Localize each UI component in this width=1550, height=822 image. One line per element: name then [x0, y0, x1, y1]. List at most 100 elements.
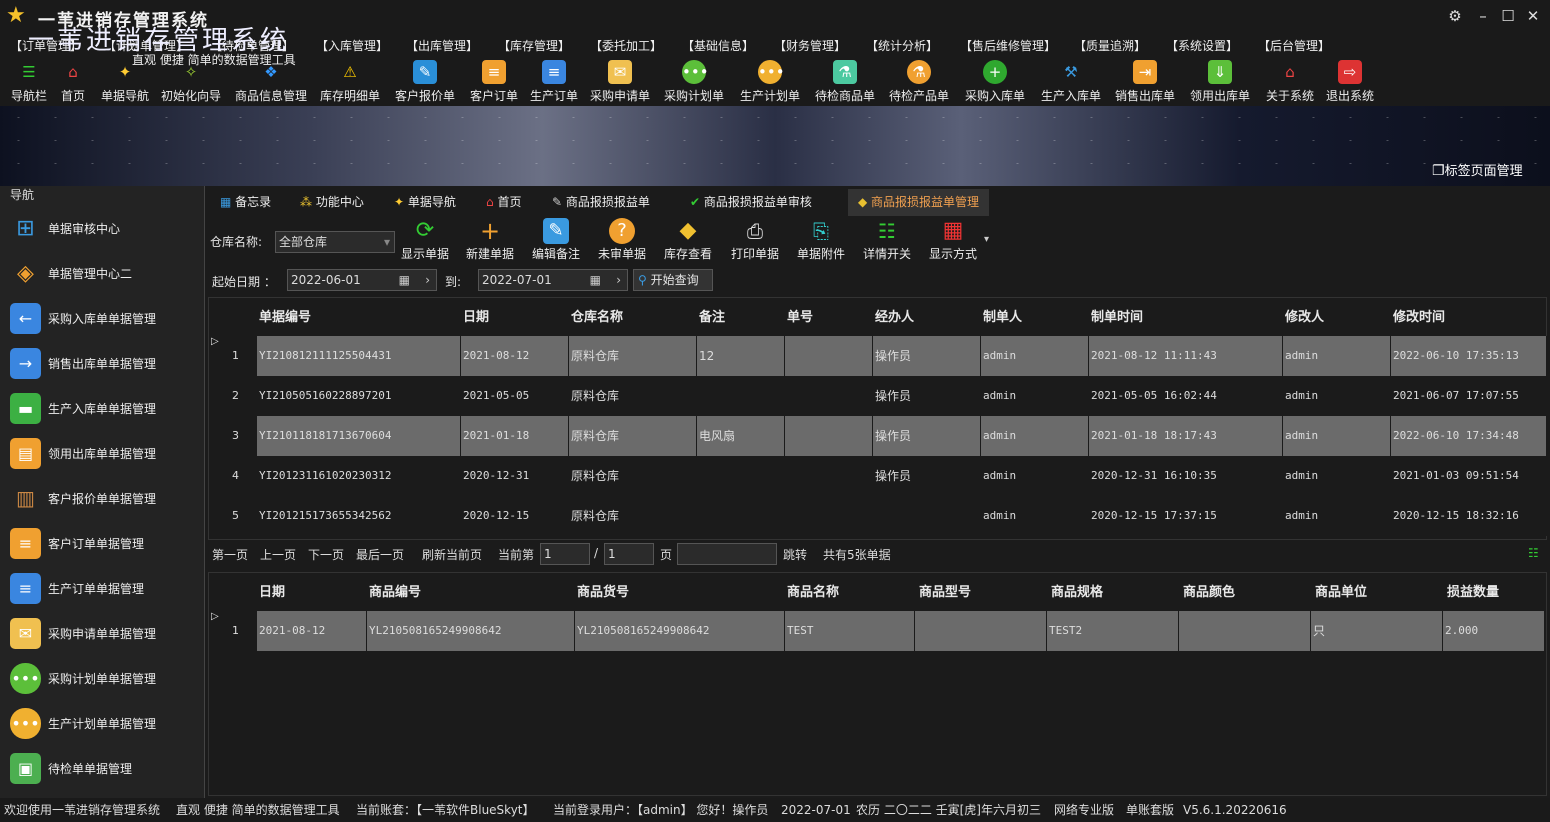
calendar-icon[interactable]: ▦ — [399, 270, 410, 290]
sidebar-item-purchase-plan[interactable]: ••• 采购计划单单据管理 — [0, 656, 203, 700]
start-query-button[interactable]: ⚲ 开始查询 — [633, 269, 713, 291]
col-header[interactable]: 经办人 — [875, 298, 914, 338]
menu-stock[interactable]: 【库存管理】 — [498, 37, 570, 54]
close-icon[interactable]: ✕ — [1522, 6, 1544, 26]
tab-loss-gain-manage[interactable]: ◆ 商品报损报益单管理 — [848, 189, 990, 216]
display-mode-dropdown-icon[interactable]: ▾ — [984, 234, 989, 245]
sidebar-item-production-order[interactable]: ≡ 生产订单单据管理 — [0, 566, 203, 610]
nav-bar-button[interactable]: ☰ 导航栏 — [8, 60, 50, 104]
menu-stats[interactable]: 【统计分析】 — [866, 37, 938, 54]
menu-inbound[interactable]: 【入库管理】 — [316, 37, 388, 54]
show-docs-button[interactable]: ⟳ 显示单据 — [400, 218, 450, 262]
jump-page-input[interactable] — [677, 543, 777, 565]
sidebar-item-requisition-outbound[interactable]: ▤ 领用出库单单据管理 — [0, 431, 203, 475]
col-header[interactable]: 日期 — [463, 298, 489, 338]
new-doc-button[interactable]: + 新建单据 — [464, 218, 516, 262]
display-mode-button[interactable]: ▦ 显示方式 — [926, 218, 980, 262]
menu-trace[interactable]: 【质量追溯】 — [1074, 37, 1146, 54]
col-header[interactable]: 修改时间 — [1393, 298, 1445, 338]
col-header[interactable]: 单据编号 — [259, 298, 311, 338]
production-order-button[interactable]: ≡ 生产订单 — [528, 60, 580, 104]
col-header[interactable]: 商品颜色 — [1183, 573, 1235, 613]
sidebar-item-customer-order[interactable]: ≡ 客户订单单据管理 — [0, 521, 203, 565]
table-row[interactable]: 5 YI201215173655342562 2020-12-15 原料仓库 admin… — [209, 496, 1547, 536]
col-header[interactable]: 单号 — [787, 298, 813, 338]
sidebar-item-production-inbound[interactable]: ▬ 生产入库单单据管理 — [0, 386, 203, 430]
menu-finance[interactable]: 【财务管理】 — [774, 37, 846, 54]
purchase-request-button[interactable]: ✉ 采购申请单 — [588, 60, 652, 104]
col-header[interactable]: 商品货号 — [577, 573, 629, 613]
settings-icon[interactable]: ⚙ — [1444, 6, 1466, 26]
menu-settings[interactable]: 【系统设置】 — [1166, 37, 1238, 54]
table-row[interactable]: ▷ 1 YI210812111125504431 2021-08-12 原料仓库 12 操作… — [209, 336, 1547, 376]
col-header[interactable]: 修改人 — [1285, 298, 1324, 338]
column-settings-icon[interactable]: ☷ — [1528, 546, 1539, 560]
table-row[interactable]: 4 YI201231161020230312 2020-12-31 原料仓库 操作员 ad… — [209, 456, 1547, 496]
chevron-right-icon[interactable]: › — [616, 270, 621, 290]
current-page-input[interactable]: 1 — [540, 543, 590, 565]
next-page-link[interactable]: 下一页 — [308, 546, 344, 563]
sales-outbound-button[interactable]: ⇥ 销售出库单 — [1114, 60, 1176, 104]
stock-view-button[interactable]: ◆ 库存查看 — [662, 218, 714, 262]
tab-memo[interactable]: ▦ 备忘录 — [220, 189, 271, 216]
attachment-button[interactable]: ⎘ 单据附件 — [794, 218, 848, 262]
end-date-input[interactable]: 2022-07-01 ▦ › — [478, 269, 628, 291]
print-doc-button[interactable]: ⎙ 打印单据 — [728, 218, 782, 262]
sidebar-item-purchase-inbound[interactable]: ← 采购入库单单据管理 — [0, 296, 203, 340]
tab-loss-gain[interactable]: ✎ 商品报损报益单 — [552, 189, 650, 216]
table-row[interactable]: 3 YI210118181713670604 2021-01-18 原料仓库 电风扇 操作… — [209, 416, 1547, 456]
table-row[interactable]: 2 YI210505160228897201 2021-05-05 原料仓库 操作员 ad… — [209, 376, 1547, 416]
purchase-inbound-button[interactable]: + 采购入库单 — [964, 60, 1026, 104]
production-plan-button[interactable]: ••• 生产计划单 — [738, 60, 802, 104]
col-header[interactable]: 商品编号 — [369, 573, 421, 613]
table-row[interactable]: ▷ 1 2021-08-12 YL210508165249908642 YL210508… — [209, 611, 1546, 651]
tag-page-manager-button[interactable]: ❐标签页面管理 — [1432, 160, 1523, 179]
requisition-outbound-button[interactable]: ⇓ 领用出库单 — [1188, 60, 1252, 104]
col-header[interactable]: 仓库名称 — [571, 298, 623, 338]
col-header[interactable]: 商品名称 — [787, 573, 839, 613]
home-button[interactable]: ⌂ 首页 — [56, 60, 90, 104]
col-header[interactable]: 备注 — [699, 298, 725, 338]
menu-outbound[interactable]: 【出库管理】 — [406, 37, 478, 54]
col-header[interactable]: 商品型号 — [919, 573, 971, 613]
purchase-plan-button[interactable]: ••• 采购计划单 — [662, 60, 726, 104]
about-button[interactable]: ⌂ 关于系统 — [1264, 60, 1316, 104]
jump-button[interactable]: 跳转 — [783, 546, 807, 563]
menu-outsource[interactable]: 【委托加工】 — [590, 37, 662, 54]
tab-function-center[interactable]: ⁂ 功能中心 — [300, 189, 364, 216]
start-date-input[interactable]: 2022-06-01 ▦ › — [287, 269, 437, 291]
col-header[interactable]: 商品单位 — [1315, 573, 1367, 613]
stock-detail-button[interactable]: ⚠ 库存明细单 — [318, 60, 382, 104]
maximize-icon[interactable]: ☐ — [1497, 6, 1519, 26]
sidebar-item-doc-center-2[interactable]: ◈ 单据管理中心二 — [0, 251, 203, 295]
sidebar-item-quote[interactable]: ▥ 客户报价单单据管理 — [0, 476, 203, 520]
sidebar-item-purchase-request[interactable]: ✉ 采购申请单单据管理 — [0, 611, 203, 655]
sidebar-item-sales-outbound[interactable]: → 销售出库单单据管理 — [0, 341, 203, 385]
customer-order-button[interactable]: ≡ 客户订单 — [468, 60, 520, 104]
col-header[interactable]: 日期 — [259, 573, 285, 613]
exit-button[interactable]: ⇨ 退出系统 — [1324, 60, 1376, 104]
minimize-icon[interactable]: – — [1472, 6, 1494, 26]
calendar-icon[interactable]: ▦ — [590, 270, 601, 290]
tab-doc-nav[interactable]: ✦ 单据导航 — [394, 189, 456, 216]
pending-products-button[interactable]: ⚗ 待检产品单 — [888, 60, 950, 104]
col-header[interactable]: 商品规格 — [1051, 573, 1103, 613]
tab-loss-gain-audit[interactable]: ✔ 商品报损报益单审核 — [690, 189, 812, 216]
col-header[interactable]: 制单人 — [983, 298, 1022, 338]
quote-button[interactable]: ✎ 客户报价单 — [394, 60, 456, 104]
edit-note-button[interactable]: ✎ 编辑备注 — [530, 218, 582, 262]
first-page-link[interactable]: 第一页 — [212, 546, 248, 563]
col-header[interactable]: 制单时间 — [1091, 298, 1143, 338]
sidebar-item-audit-center[interactable]: ⊞ 单据审核中心 — [0, 206, 203, 250]
menu-aftersales[interactable]: 【售后维修管理】 — [960, 37, 1056, 54]
tab-home[interactable]: ⌂ 首页 — [486, 189, 521, 216]
last-page-link[interactable]: 最后一页 — [356, 546, 404, 563]
sidebar-item-production-plan[interactable]: ••• 生产计划单单据管理 — [0, 701, 203, 745]
unaudited-button[interactable]: ? 未审单据 — [596, 218, 648, 262]
refresh-page-link[interactable]: 刷新当前页 — [422, 546, 482, 563]
sidebar-item-inspection[interactable]: ▣ 待检单单据管理 — [0, 746, 203, 790]
col-header[interactable]: 损益数量 — [1447, 573, 1499, 613]
prev-page-link[interactable]: 上一页 — [260, 546, 296, 563]
chevron-right-icon[interactable]: › — [425, 270, 430, 290]
detail-toggle-button[interactable]: ☷ 详情开关 — [860, 218, 914, 262]
